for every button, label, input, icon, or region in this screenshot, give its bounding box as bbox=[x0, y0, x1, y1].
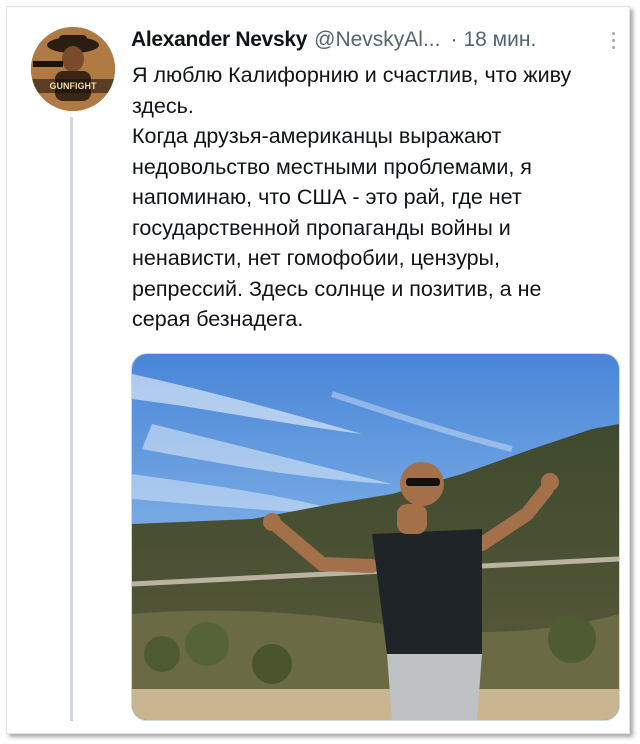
more-dot bbox=[611, 45, 615, 49]
separator-dot: · bbox=[450, 28, 458, 51]
tweet-header: Alexander Nevsky @NevskyAl... · 18 мин. bbox=[131, 26, 621, 54]
more-options-icon[interactable] bbox=[605, 28, 621, 52]
timestamp[interactable]: 18 мин. bbox=[463, 28, 536, 52]
thread-line bbox=[70, 117, 73, 721]
avatar-logo-text: GUNFIGHT bbox=[50, 81, 97, 91]
more-dot bbox=[611, 31, 615, 35]
author-handle[interactable]: @NevskyAl... bbox=[314, 28, 440, 52]
avatar[interactable]: GUNFIGHT bbox=[31, 27, 115, 111]
tweet-photo[interactable] bbox=[131, 353, 620, 721]
tweet-paragraph: Я люблю Калифорнию и счастлив, что живу … bbox=[132, 63, 572, 118]
tweet-paragraph: Когда друзья-американцы выражают недовол… bbox=[132, 124, 542, 331]
tweet-text: Я люблю Калифорнию и счастлив, что живу … bbox=[132, 60, 602, 335]
author-name[interactable]: Alexander Nevsky bbox=[131, 28, 307, 52]
avatar-image: GUNFIGHT bbox=[31, 27, 115, 111]
photo-man-in-hills bbox=[132, 354, 619, 720]
more-dot bbox=[611, 38, 615, 42]
